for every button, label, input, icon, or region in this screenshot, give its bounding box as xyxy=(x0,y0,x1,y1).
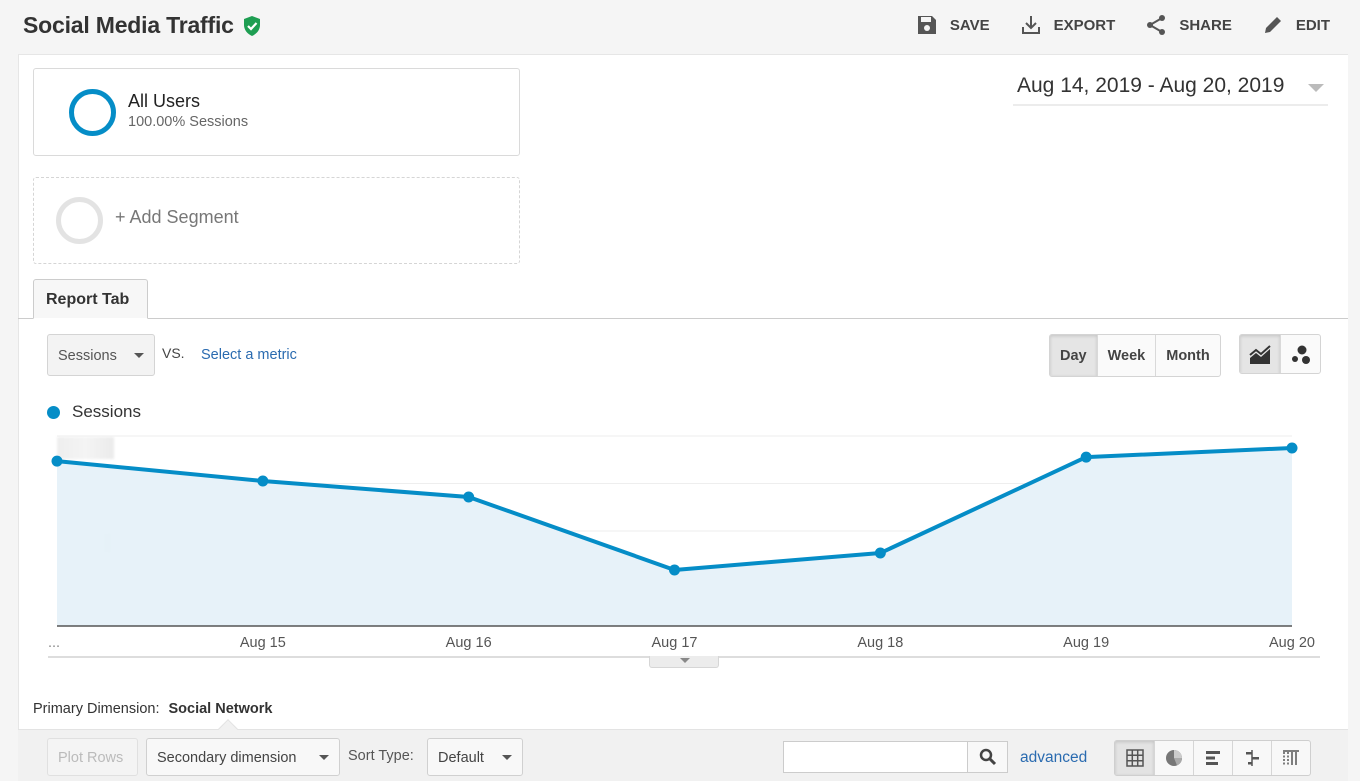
sort-type-value: Default xyxy=(438,750,484,766)
primary-dimension-social-network[interactable]: Social Network xyxy=(169,701,273,717)
motion-chart-icon xyxy=(1291,345,1310,364)
line-chart-icon xyxy=(1249,345,1271,364)
x-tick-label: Aug 19 xyxy=(1063,635,1109,651)
secondary-dimension-select[interactable]: Secondary dimension xyxy=(146,738,340,776)
legend-sessions-swatch xyxy=(47,405,60,419)
data-point-aug-18 xyxy=(874,547,886,559)
export-button[interactable]: EXPORT xyxy=(1020,14,1115,36)
download-icon xyxy=(1021,16,1040,34)
data-point-aug-15 xyxy=(257,475,269,487)
collapse-chart-toggle[interactable] xyxy=(649,656,719,668)
x-tick-label: Aug 16 xyxy=(446,635,492,651)
save-icon xyxy=(917,16,936,34)
segment-all-users[interactable]: All Users 100.00% Sessions xyxy=(33,68,520,156)
sort-type-select[interactable]: Default xyxy=(427,738,523,776)
line-chart-button[interactable] xyxy=(1240,335,1280,373)
legend-sessions-label: Sessions xyxy=(72,402,141,421)
header-actions: SAVE EXPORT SHARE EDIT xyxy=(916,14,1330,36)
x-tick-label: Aug 15 xyxy=(240,635,286,651)
segment-name: All Users xyxy=(128,91,201,111)
advanced-filter-link[interactable]: advanced xyxy=(1020,749,1087,767)
plot-rows-button[interactable]: Plot Rows xyxy=(47,738,138,776)
comparison-icon xyxy=(1246,750,1259,766)
table-grid-icon xyxy=(1125,749,1144,767)
share-button[interactable]: SHARE xyxy=(1145,14,1232,36)
chevron-down-icon xyxy=(502,755,512,760)
view-performance-button[interactable] xyxy=(1193,741,1232,775)
date-range-picker[interactable]: Aug 14, 2019 - Aug 20, 2019 xyxy=(1013,72,1328,106)
sort-type-label: Sort Type: xyxy=(348,748,414,764)
view-comparison-button[interactable] xyxy=(1232,741,1271,775)
data-point-aug-14 xyxy=(51,455,63,467)
sessions-chart: ... Aug 15 Aug 16 Aug 17 Aug 18 Aug 19 Aug 20 xyxy=(48,435,1315,651)
metric-select[interactable]: Sessions xyxy=(47,334,155,376)
chart-type-toggle xyxy=(1239,334,1321,374)
view-table-button[interactable] xyxy=(1115,741,1154,775)
report-title: Social Media Traffic xyxy=(23,12,234,38)
empty-segment-ring-icon xyxy=(56,197,103,244)
x-tick-label: Aug 20 xyxy=(1269,635,1315,651)
date-range-label: Aug 14, 2019 - Aug 20, 2019 xyxy=(1017,74,1285,97)
period-week-button[interactable]: Week xyxy=(1096,335,1156,376)
segment-subtitle: 100.00% Sessions xyxy=(128,114,249,130)
tab-divider xyxy=(18,318,1348,319)
chevron-down-icon xyxy=(680,658,690,663)
table-search-input[interactable] xyxy=(783,741,968,773)
data-point-aug-17 xyxy=(669,564,680,576)
bar-performance-icon xyxy=(1206,751,1220,765)
x-tick-label: Aug 17 xyxy=(652,635,698,651)
motion-chart-button[interactable] xyxy=(1280,335,1320,373)
report-header: Social Media Traffic SAVE EXPORT SHARE E… xyxy=(0,0,1360,54)
search-icon xyxy=(979,748,996,766)
edit-button[interactable]: EDIT xyxy=(1262,14,1330,36)
share-icon xyxy=(1147,15,1166,35)
add-segment-button[interactable]: + Add Segment xyxy=(33,177,520,264)
pencil-icon xyxy=(1264,17,1281,33)
view-term-cloud-button[interactable] xyxy=(1271,741,1310,775)
sessions-area xyxy=(57,447,1292,626)
chevron-down-icon xyxy=(319,755,329,760)
x-tick-label: ... xyxy=(48,635,60,651)
chevron-down-icon xyxy=(134,353,144,358)
report-title-row: Social Media Traffic xyxy=(23,12,262,39)
primary-dimension-label: Primary Dimension: xyxy=(33,701,160,717)
data-point-aug-19 xyxy=(1080,451,1092,463)
segment-ring-icon xyxy=(69,89,116,136)
chart-legend: Sessions xyxy=(47,402,141,422)
chevron-down-icon xyxy=(1308,84,1324,92)
primary-dimension: Primary Dimension: Social Network xyxy=(33,701,272,717)
data-point-aug-16 xyxy=(463,491,475,503)
term-cloud-icon xyxy=(1283,750,1299,765)
vs-label: VS. xyxy=(162,345,185,361)
x-tick-label: Aug 18 xyxy=(857,635,903,651)
data-point-aug-20 xyxy=(1286,442,1298,454)
metric-select-value: Sessions xyxy=(58,348,117,364)
period-toggle: Day Week Month xyxy=(1049,334,1221,377)
secondary-dimension-label: Secondary dimension xyxy=(157,750,297,766)
search-button[interactable] xyxy=(968,741,1008,773)
period-day-button[interactable]: Day xyxy=(1050,335,1097,376)
save-button[interactable]: SAVE xyxy=(916,14,990,36)
table-view-modes xyxy=(1114,740,1311,776)
report-panel xyxy=(18,54,1348,781)
view-pie-button[interactable] xyxy=(1154,741,1193,775)
pie-chart-icon xyxy=(1166,750,1182,766)
period-month-button[interactable]: Month xyxy=(1155,335,1219,376)
shield-check-icon xyxy=(243,15,260,36)
tab-report[interactable]: Report Tab xyxy=(33,279,148,319)
select-metric-link[interactable]: Select a metric xyxy=(201,347,297,363)
add-segment-label: + Add Segment xyxy=(115,207,239,227)
